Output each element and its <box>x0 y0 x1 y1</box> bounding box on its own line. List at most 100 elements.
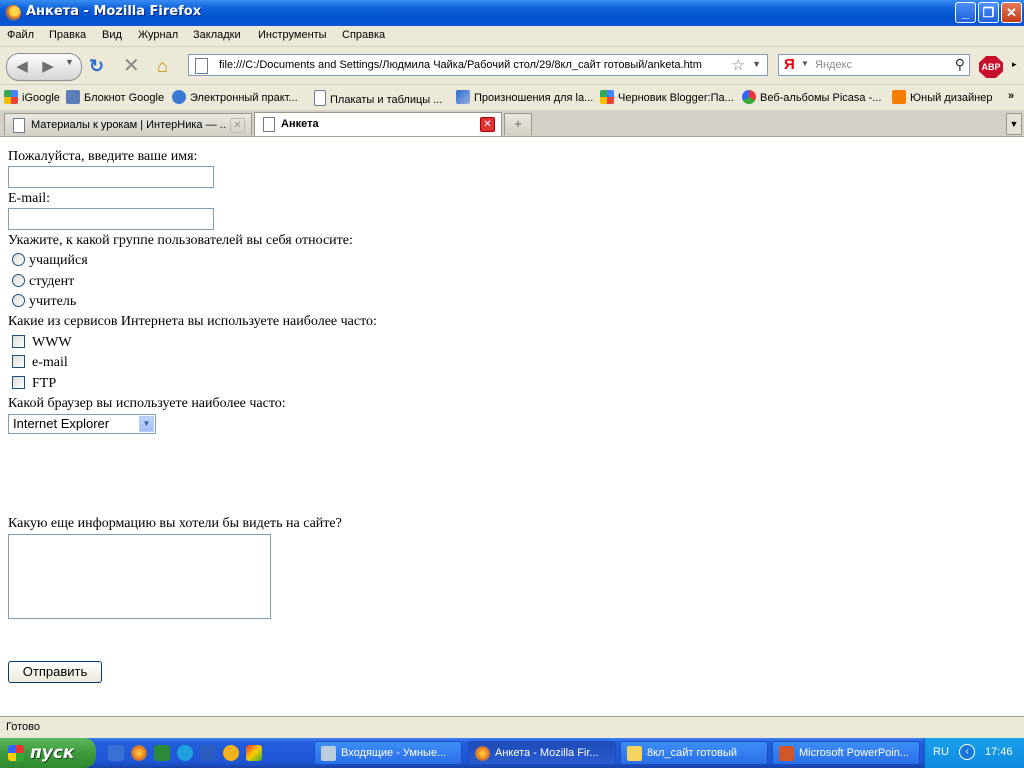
address-bar[interactable]: file:///C:/Documents and Settings/Людмил… <box>188 54 768 76</box>
history-dropdown-icon[interactable]: ▼ <box>65 57 74 67</box>
url-dropdown-icon[interactable]: ▼ <box>752 59 761 69</box>
page-icon <box>263 117 275 132</box>
bookmark-star-icon[interactable]: ☆ <box>732 56 745 74</box>
yandex-icon[interactable]: Я <box>784 56 795 73</box>
submit-button[interactable]: Отправить <box>8 661 102 683</box>
home-icon[interactable]: ⌂ <box>157 57 168 75</box>
checkbox-www[interactable] <box>12 335 25 348</box>
close-button[interactable]: ✕ <box>1001 2 1022 23</box>
checkbox-ftp[interactable] <box>12 376 25 389</box>
taskbar: пуск Входящие - Умные... Анкета - Mozill… <box>0 738 1024 768</box>
folder-icon <box>627 746 642 761</box>
radio-pupil[interactable] <box>12 253 25 266</box>
name-field[interactable] <box>8 166 214 188</box>
services-label: Какие из сервисов Интернета вы используе… <box>8 314 377 329</box>
search-input[interactable]: Яндекс <box>815 59 852 71</box>
tab-materials[interactable]: Материалы к урокам | ИнтерНика — ... ✕ <box>4 113 252 135</box>
firefox-icon <box>475 746 490 761</box>
adblock-icon[interactable]: ABP <box>979 56 1003 78</box>
mail-icon <box>321 746 336 761</box>
tray-expand-icon[interactable]: ‹ <box>959 744 975 760</box>
radio-student-label: студент <box>29 274 75 289</box>
maximize-button[interactable]: ❐ <box>978 2 999 23</box>
checkbox-www-label: WWW <box>32 335 72 350</box>
search-icon[interactable]: ⚲ <box>955 56 965 73</box>
search-engine-dropdown-icon[interactable]: ▼ <box>801 59 809 68</box>
navigation-toolbar: ◀ ▶ ▼ ↻ ✕ ⌂ file:///C:/Documents and Set… <box>0 46 1024 85</box>
tab-anketa[interactable]: Анкета ✕ <box>254 112 502 136</box>
bookmark-blogger[interactable]: Черновик Blogger:Па... <box>600 90 734 104</box>
status-bar: Готово <box>0 716 1024 739</box>
media-player-icon[interactable] <box>223 745 239 761</box>
checkbox-ftp-label: FTP <box>32 376 57 391</box>
menu-edit[interactable]: Правка <box>49 29 86 41</box>
email-label: E-mail: <box>8 191 50 206</box>
menu-history[interactable]: Журнал <box>138 29 178 41</box>
tab-bar: Материалы к урокам | ИнтерНика — ... ✕ А… <box>0 110 1024 137</box>
desktop-icon[interactable] <box>108 745 124 761</box>
powerpoint-icon <box>779 746 794 761</box>
clock: 17:46 <box>985 746 1013 758</box>
menu-tools[interactable]: Инструменты <box>258 29 327 41</box>
toolbar-overflow-icon[interactable]: ▸ <box>1012 59 1017 70</box>
email-field[interactable] <box>8 208 214 230</box>
radio-student[interactable] <box>12 274 25 287</box>
task-powerpoint[interactable]: Microsoft PowerPoin... <box>772 741 920 765</box>
checkbox-email-label: e-mail <box>32 355 68 370</box>
back-icon[interactable]: ◀ <box>11 56 33 78</box>
task-firefox[interactable]: Анкета - Mozilla Fir... <box>468 741 616 765</box>
skype-icon[interactable] <box>177 745 193 761</box>
page-content: Пожалуйста, введите ваше имя: E-mail: Ук… <box>0 137 1024 716</box>
bookmark-notebook[interactable]: Блокнот Google <box>66 90 164 104</box>
menu-bookmarks[interactable]: Закладки <box>193 29 241 41</box>
bookmarks-overflow-icon[interactable]: » <box>1008 90 1014 102</box>
stop-icon[interactable]: ✕ <box>123 56 140 76</box>
url-text[interactable]: file:///C:/Documents and Settings/Людмил… <box>219 59 702 71</box>
bookmark-picasa[interactable]: Веб-альбомы Picasa -... <box>742 90 881 104</box>
tab-list-button[interactable]: ▼ <box>1006 113 1022 135</box>
forward-icon[interactable]: ▶ <box>37 56 59 78</box>
search-bar[interactable]: Я ▼ Яндекс ⚲ <box>778 54 970 76</box>
start-button[interactable]: пуск <box>0 738 96 768</box>
bookmark-igoogle[interactable]: iGoogle <box>4 90 60 104</box>
close-tab-icon[interactable]: ✕ <box>230 118 245 133</box>
title-bar: Анкета - Mozilla Firefox _ ❐ ✕ <box>0 0 1024 26</box>
browser-select[interactable]: Internet Explorer ▼ <box>8 414 156 434</box>
radio-pupil-label: учащийся <box>29 253 88 268</box>
blogger-icon <box>892 90 906 104</box>
firefox-icon[interactable] <box>131 745 147 761</box>
outlook-icon[interactable] <box>154 745 170 761</box>
bookmark-posters[interactable]: Плакаты и таблицы ... <box>314 90 442 106</box>
close-tab-icon[interactable]: ✕ <box>480 117 495 132</box>
task-inbox[interactable]: Входящие - Умные... <box>314 741 462 765</box>
page-icon <box>195 58 208 74</box>
menu-bar: Файл Правка Вид Журнал Закладки Инструме… <box>0 26 1024 46</box>
bookmark-pronunciation[interactable]: Произношения для la... <box>456 90 593 104</box>
reload-icon[interactable]: ↻ <box>89 57 104 75</box>
task-folder[interactable]: 8кл_сайт готовый <box>620 741 768 765</box>
radio-teacher-label: учитель <box>29 294 77 309</box>
info-textarea[interactable] <box>8 534 271 619</box>
chevron-down-icon[interactable]: ▼ <box>139 416 154 432</box>
radio-teacher[interactable] <box>12 294 25 307</box>
windows-logo-icon <box>8 745 24 761</box>
google-icon <box>600 90 614 104</box>
menu-help[interactable]: Справка <box>342 29 385 41</box>
info-label: Какую еще информацию вы хотели бы видеть… <box>8 516 342 531</box>
checkbox-email[interactable] <box>12 355 25 368</box>
group-label: Укажите, к какой группе пользователей вы… <box>8 233 353 248</box>
window-title: Анкета - Mozilla Firefox <box>26 4 202 19</box>
new-tab-button[interactable]: + <box>504 113 532 135</box>
bookmark-practicum[interactable]: Электронный практ... <box>172 90 298 104</box>
paint-icon[interactable] <box>246 745 262 761</box>
menu-file[interactable]: Файл <box>7 29 34 41</box>
minimize-button[interactable]: _ <box>955 2 976 23</box>
language-indicator[interactable]: RU <box>933 746 949 758</box>
drupal-icon <box>172 90 186 104</box>
site-icon <box>456 90 470 104</box>
menu-view[interactable]: Вид <box>102 29 122 41</box>
bookmark-young-designer[interactable]: Юный дизайнер <box>892 90 992 104</box>
word-icon[interactable] <box>200 745 216 761</box>
system-tray: RU ‹ 17:46 <box>924 738 1024 768</box>
picasa-icon <box>742 90 756 104</box>
